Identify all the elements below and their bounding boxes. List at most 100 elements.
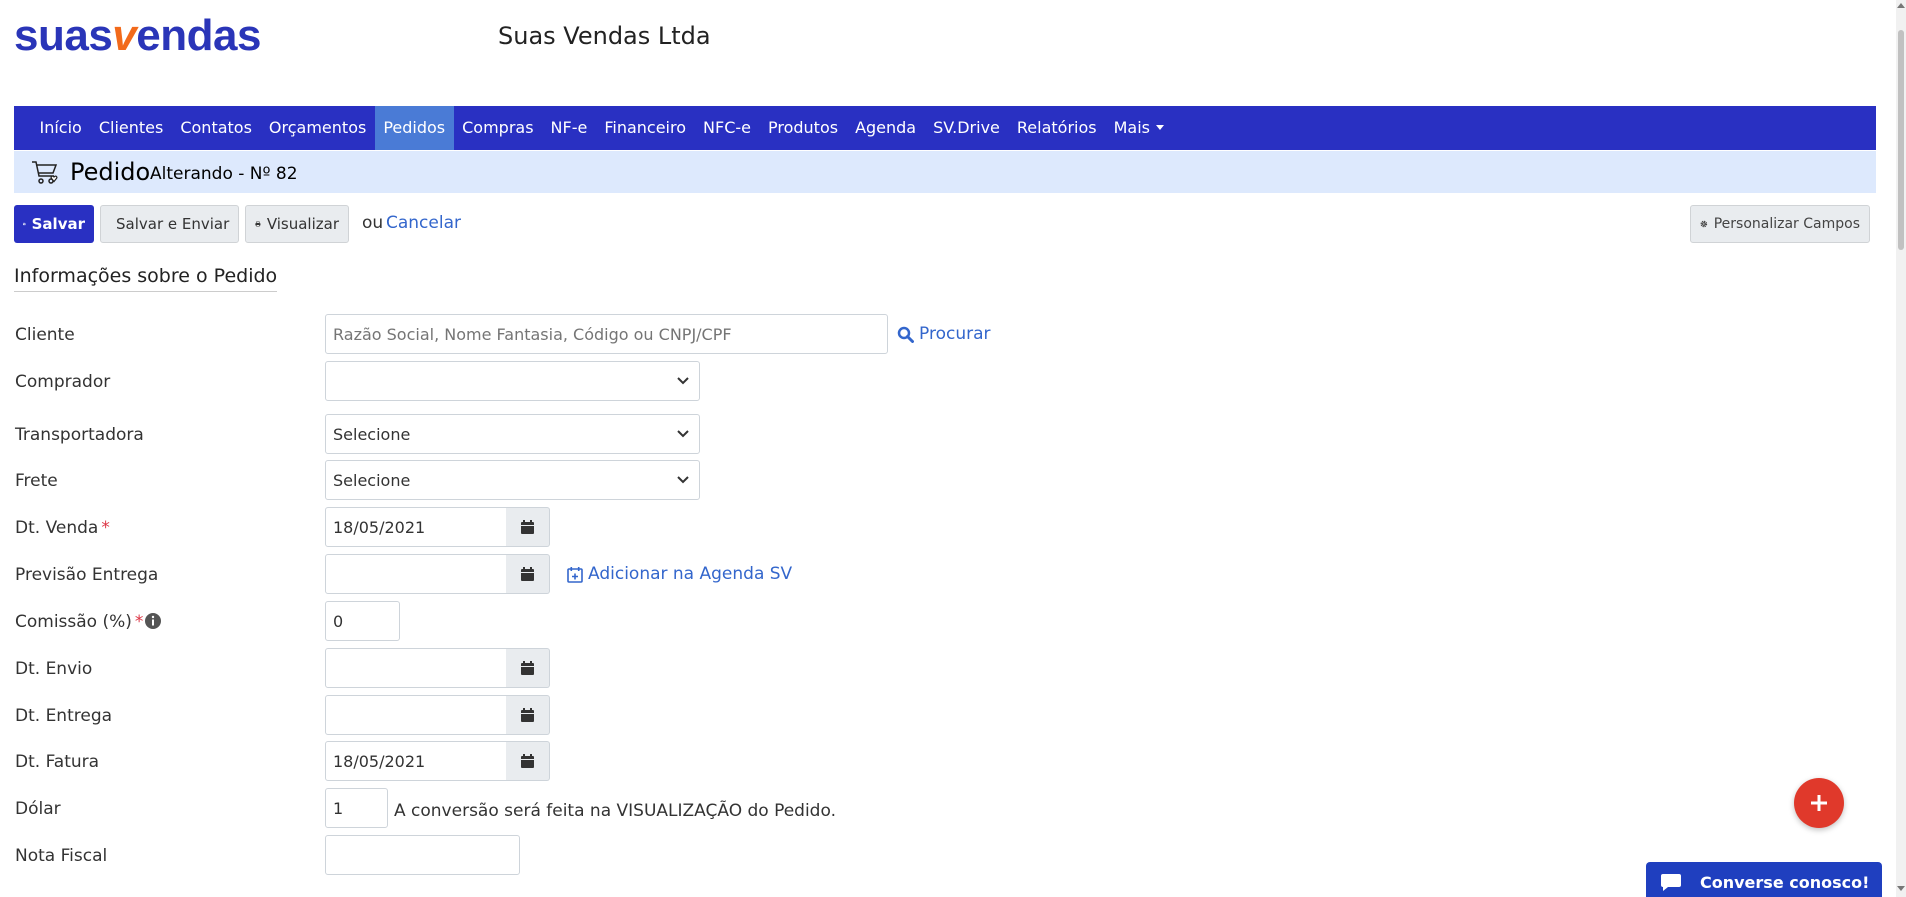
page-title-bar: Pedido Alterando - Nº 82: [14, 151, 1876, 193]
logo-text-v: v: [112, 11, 137, 60]
dt-envio-input[interactable]: [325, 648, 507, 688]
save-send-button[interactable]: Salvar e Enviar: [100, 205, 239, 243]
scroll-up-arrow-icon[interactable]: [1897, 3, 1905, 8]
dt-venda-label: Dt. Venda *: [15, 518, 110, 538]
calendar-icon: [521, 567, 534, 581]
add-agenda-link[interactable]: Adicionar na Agenda SV: [567, 564, 792, 584]
dt-venda-value: 18/05/2021: [333, 517, 426, 537]
comprador-select[interactable]: [325, 361, 700, 401]
dolar-label: Dólar: [15, 799, 61, 819]
transportadora-label: Transportadora: [15, 425, 144, 445]
dt-venda-input[interactable]: 18/05/2021: [325, 507, 507, 547]
dolar-note: A conversão será feita na VISUALIZAÇÃO d…: [394, 801, 836, 821]
frete-value: Selecione: [333, 470, 411, 490]
nav-nfe[interactable]: NF-e: [542, 106, 596, 150]
view-button[interactable]: Visualizar: [245, 205, 349, 243]
chevron-down-icon: [677, 430, 689, 438]
dolar-value: 1: [333, 798, 344, 818]
scrollbar-thumb[interactable]: [1898, 30, 1904, 250]
cliente-search-input[interactable]: [325, 314, 888, 354]
dt-fatura-label: Dt. Fatura: [15, 752, 100, 772]
cliente-label: Cliente: [15, 325, 75, 345]
comissao-label: Comissão (%) *: [15, 612, 143, 632]
transportadora-select[interactable]: Selecione: [325, 414, 700, 454]
search-icon: [897, 326, 914, 343]
dt-fatura-value: 18/05/2021: [333, 751, 426, 771]
dt-venda-label-text: Dt. Venda: [15, 518, 99, 538]
nav-mais-label: Mais: [1113, 118, 1150, 137]
comissao-input[interactable]: 0: [325, 601, 400, 641]
dt-fatura-input[interactable]: 18/05/2021: [325, 741, 507, 781]
nav-agenda[interactable]: Agenda: [847, 106, 925, 150]
calendar-icon: [521, 520, 534, 534]
calendar-icon: [521, 754, 534, 768]
cancel-link[interactable]: Cancelar: [386, 213, 461, 233]
nota-fiscal-input[interactable]: [325, 835, 520, 875]
previsao-entrega-calendar-button[interactable]: [506, 554, 550, 594]
required-marker: *: [134, 612, 144, 632]
frete-label: Frete: [15, 471, 58, 491]
gear-icon: [1700, 220, 1708, 228]
section-title: Informações sobre o Pedido: [14, 265, 278, 292]
dt-entrega-calendar-button[interactable]: [506, 695, 550, 735]
customize-fields-button[interactable]: Personalizar Campos: [1690, 205, 1870, 243]
nav-svdrive[interactable]: SV.Drive: [925, 106, 1009, 150]
comprador-label: Comprador: [15, 372, 111, 392]
save-button[interactable]: Salvar: [14, 205, 94, 243]
nav-inicio[interactable]: Início: [31, 106, 90, 150]
chevron-down-icon: [677, 377, 689, 385]
nav-nfce[interactable]: NFC-e: [695, 106, 760, 150]
page-title: Pedido: [70, 158, 151, 186]
nav-pedidos[interactable]: Pedidos: [374, 106, 454, 150]
dt-envio-label: Dt. Envio: [15, 659, 93, 679]
scroll-down-arrow-icon[interactable]: [1897, 886, 1905, 891]
dt-entrega-input[interactable]: [325, 695, 507, 735]
nav-mais-dropdown[interactable]: Mais: [1105, 106, 1172, 150]
calendar-plus-icon: [567, 566, 583, 583]
search-link[interactable]: Procurar: [897, 324, 991, 344]
dt-venda-calendar-button[interactable]: [506, 507, 550, 547]
printer-icon: [255, 221, 261, 227]
company-name: Suas Vendas Ltda: [498, 22, 711, 50]
chat-bubble-icon: [1661, 874, 1681, 891]
frete-select[interactable]: Selecione: [325, 460, 700, 500]
floating-add-button[interactable]: [1794, 778, 1844, 828]
dolar-input[interactable]: 1: [325, 788, 388, 828]
required-marker: *: [101, 518, 110, 538]
caret-down-icon: [1155, 125, 1164, 130]
view-label: Visualizar: [266, 215, 339, 233]
brand-logo[interactable]: suasvendas: [14, 12, 261, 60]
nav-produtos[interactable]: Produtos: [759, 106, 846, 150]
page-scrollbar[interactable]: [1896, 0, 1906, 897]
add-agenda-label: Adicionar na Agenda SV: [588, 564, 793, 584]
or-text: ou: [362, 213, 384, 233]
nav-orcamentos[interactable]: Orçamentos: [260, 106, 374, 150]
dt-envio-calendar-button[interactable]: [506, 648, 550, 688]
chat-label: Converse conosco!: [1700, 872, 1870, 892]
dt-fatura-calendar-button[interactable]: [506, 741, 550, 781]
transportadora-value: Selecione: [333, 424, 411, 444]
cart-heart-icon: [32, 161, 58, 184]
main-navbar: Início Clientes Contatos Orçamentos Pedi…: [14, 106, 1876, 150]
comissao-value: 0: [333, 611, 344, 631]
nav-clientes[interactable]: Clientes: [90, 106, 172, 150]
search-link-label: Procurar: [919, 324, 991, 344]
plus-icon: [1811, 795, 1827, 811]
floppy-icon: [23, 222, 26, 226]
chat-widget-button[interactable]: Converse conosco!: [1646, 862, 1882, 897]
page-subtitle: Alterando - Nº 82: [150, 164, 298, 184]
nav-contatos[interactable]: Contatos: [172, 106, 261, 150]
nav-relatorios[interactable]: Relatórios: [1008, 106, 1105, 150]
save-label: Salvar: [31, 215, 85, 233]
info-circle-icon[interactable]: [144, 612, 162, 630]
customize-fields-label: Personalizar Campos: [1713, 216, 1860, 232]
previsao-entrega-input[interactable]: [325, 554, 507, 594]
chevron-down-icon: [677, 476, 689, 484]
calendar-icon: [521, 708, 534, 722]
nav-financeiro[interactable]: Financeiro: [596, 106, 695, 150]
nota-fiscal-label: Nota Fiscal: [15, 846, 108, 866]
nav-compras[interactable]: Compras: [454, 106, 542, 150]
save-send-label: Salvar e Enviar: [116, 215, 230, 233]
logo-text-suas: suas: [14, 11, 113, 60]
previsao-entrega-label: Previsão Entrega: [15, 565, 159, 585]
